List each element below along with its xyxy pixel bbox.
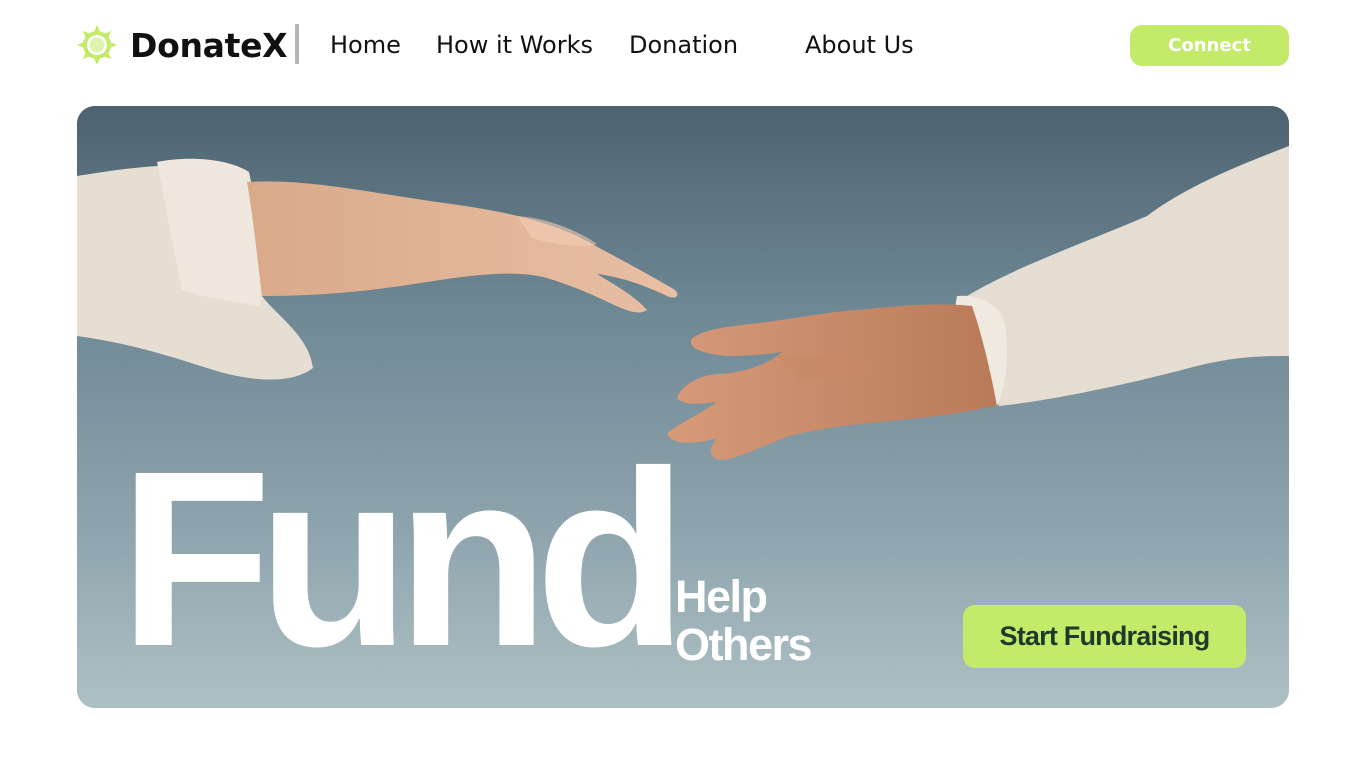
nav-donation[interactable]: Donation bbox=[629, 31, 738, 59]
site-header: DonateX Home How it Works Donation About… bbox=[0, 0, 1366, 92]
brand-logo[interactable]: DonateX bbox=[76, 24, 288, 66]
nav-about-us[interactable]: About Us bbox=[805, 31, 914, 59]
header-divider bbox=[295, 24, 299, 64]
start-fundraising-button[interactable]: Start Fundraising bbox=[963, 605, 1246, 668]
hero-subline-others: Others bbox=[675, 619, 813, 670]
connect-button[interactable]: Connect bbox=[1130, 25, 1289, 66]
hero-subline-help: Help bbox=[675, 571, 768, 622]
sun-gear-icon bbox=[77, 25, 117, 65]
brand-name: DonateX bbox=[130, 25, 288, 65]
hero-banner: Fund Help Others Start Fundraising bbox=[77, 106, 1289, 708]
nav-home[interactable]: Home bbox=[330, 31, 401, 59]
nav-how-it-works[interactable]: How it Works bbox=[436, 31, 593, 59]
hero-headline: Fund bbox=[119, 419, 688, 698]
